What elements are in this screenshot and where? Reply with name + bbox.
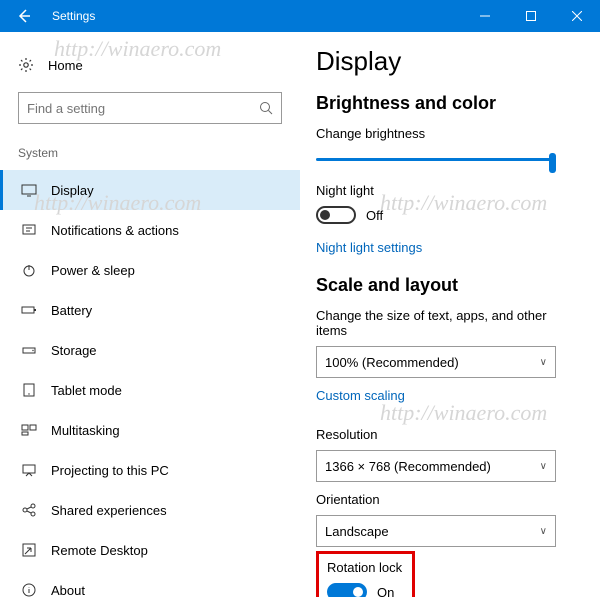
sidebar-item-label: Storage bbox=[51, 343, 97, 358]
sidebar-item-notifications[interactable]: Notifications & actions bbox=[0, 210, 300, 250]
sidebar-item-label: Multitasking bbox=[51, 423, 120, 438]
sidebar-item-label: About bbox=[51, 583, 85, 597]
scale-value: 100% (Recommended) bbox=[325, 355, 459, 370]
nightlight-state: Off bbox=[366, 208, 383, 223]
notifications-icon bbox=[21, 222, 37, 238]
sidebar-item-power[interactable]: Power & sleep bbox=[0, 250, 300, 290]
sidebar-item-remote[interactable]: Remote Desktop bbox=[0, 530, 300, 570]
maximize-button[interactable] bbox=[508, 0, 554, 32]
sidebar-item-about[interactable]: About bbox=[0, 570, 300, 597]
nightlight-settings-link[interactable]: Night light settings bbox=[316, 240, 422, 255]
orientation-label: Orientation bbox=[316, 492, 578, 507]
maximize-icon bbox=[526, 11, 536, 21]
tablet-icon bbox=[21, 382, 37, 398]
slider-thumb[interactable] bbox=[549, 153, 556, 173]
orientation-value: Landscape bbox=[325, 524, 389, 539]
slider-track bbox=[316, 158, 556, 161]
resolution-label: Resolution bbox=[316, 427, 578, 442]
search-box[interactable] bbox=[18, 92, 282, 124]
battery-icon bbox=[21, 302, 37, 318]
sidebar-section-label: System bbox=[18, 146, 282, 160]
sidebar-item-storage[interactable]: Storage bbox=[0, 330, 300, 370]
toggle-knob bbox=[320, 210, 330, 220]
multitasking-icon bbox=[21, 422, 37, 438]
sidebar-item-battery[interactable]: Battery bbox=[0, 290, 300, 330]
sidebar-item-tablet[interactable]: Tablet mode bbox=[0, 370, 300, 410]
sidebar: Home System Display Notifications & acti… bbox=[0, 32, 300, 597]
brightness-label: Change brightness bbox=[316, 126, 578, 141]
display-icon bbox=[21, 182, 37, 198]
sidebar-item-label: Battery bbox=[51, 303, 92, 318]
custom-scaling-link[interactable]: Custom scaling bbox=[316, 388, 405, 403]
search-input[interactable] bbox=[27, 101, 259, 116]
resolution-select[interactable]: 1366 × 768 (Recommended) ∨ bbox=[316, 450, 556, 482]
gear-icon bbox=[18, 57, 34, 73]
rotation-lock-highlight: Rotation lock On bbox=[316, 551, 415, 597]
chevron-down-icon: ∨ bbox=[540, 461, 547, 472]
shared-icon bbox=[21, 502, 37, 518]
rotation-lock-label: Rotation lock bbox=[327, 560, 402, 575]
close-icon bbox=[572, 11, 582, 21]
window-titlebar: Settings bbox=[0, 0, 600, 32]
rotation-lock-toggle[interactable] bbox=[327, 583, 367, 597]
chevron-down-icon: ∨ bbox=[540, 526, 547, 537]
sidebar-item-label: Projecting to this PC bbox=[51, 463, 169, 478]
power-icon bbox=[21, 262, 37, 278]
resolution-value: 1366 × 768 (Recommended) bbox=[325, 459, 491, 474]
toggle-knob bbox=[353, 587, 363, 597]
close-button[interactable] bbox=[554, 0, 600, 32]
section-scale-heading: Scale and layout bbox=[316, 275, 578, 296]
main-content: Display Brightness and color Change brig… bbox=[300, 32, 600, 597]
sidebar-item-shared[interactable]: Shared experiences bbox=[0, 490, 300, 530]
minimize-icon bbox=[480, 11, 490, 21]
sidebar-item-label: Notifications & actions bbox=[51, 223, 179, 238]
nightlight-label: Night light bbox=[316, 183, 578, 198]
sidebar-item-projecting[interactable]: Projecting to this PC bbox=[0, 450, 300, 490]
scale-select[interactable]: 100% (Recommended) ∨ bbox=[316, 346, 556, 378]
projecting-icon bbox=[21, 462, 37, 478]
rotation-lock-state: On bbox=[377, 585, 394, 597]
sidebar-item-display[interactable]: Display bbox=[0, 170, 300, 210]
storage-icon bbox=[21, 342, 37, 358]
home-button[interactable]: Home bbox=[18, 46, 282, 84]
search-icon bbox=[259, 101, 273, 115]
window-title: Settings bbox=[48, 9, 462, 23]
page-title: Display bbox=[316, 46, 578, 77]
minimize-button[interactable] bbox=[462, 0, 508, 32]
chevron-down-icon: ∨ bbox=[540, 357, 547, 368]
remote-icon bbox=[21, 542, 37, 558]
about-icon bbox=[21, 582, 37, 597]
orientation-select[interactable]: Landscape ∨ bbox=[316, 515, 556, 547]
section-brightness-heading: Brightness and color bbox=[316, 93, 578, 114]
sidebar-item-label: Tablet mode bbox=[51, 383, 122, 398]
brightness-slider[interactable] bbox=[316, 149, 556, 171]
sidebar-item-multitasking[interactable]: Multitasking bbox=[0, 410, 300, 450]
scale-label: Change the size of text, apps, and other… bbox=[316, 308, 578, 338]
nightlight-toggle[interactable] bbox=[316, 206, 356, 224]
sidebar-item-label: Remote Desktop bbox=[51, 543, 148, 558]
sidebar-item-label: Display bbox=[51, 183, 94, 198]
sidebar-item-label: Shared experiences bbox=[51, 503, 167, 518]
home-label: Home bbox=[48, 58, 83, 73]
sidebar-item-label: Power & sleep bbox=[51, 263, 135, 278]
sidebar-nav: Display Notifications & actions Power & … bbox=[0, 170, 300, 597]
arrow-left-icon bbox=[16, 8, 32, 24]
back-button[interactable] bbox=[0, 0, 48, 32]
